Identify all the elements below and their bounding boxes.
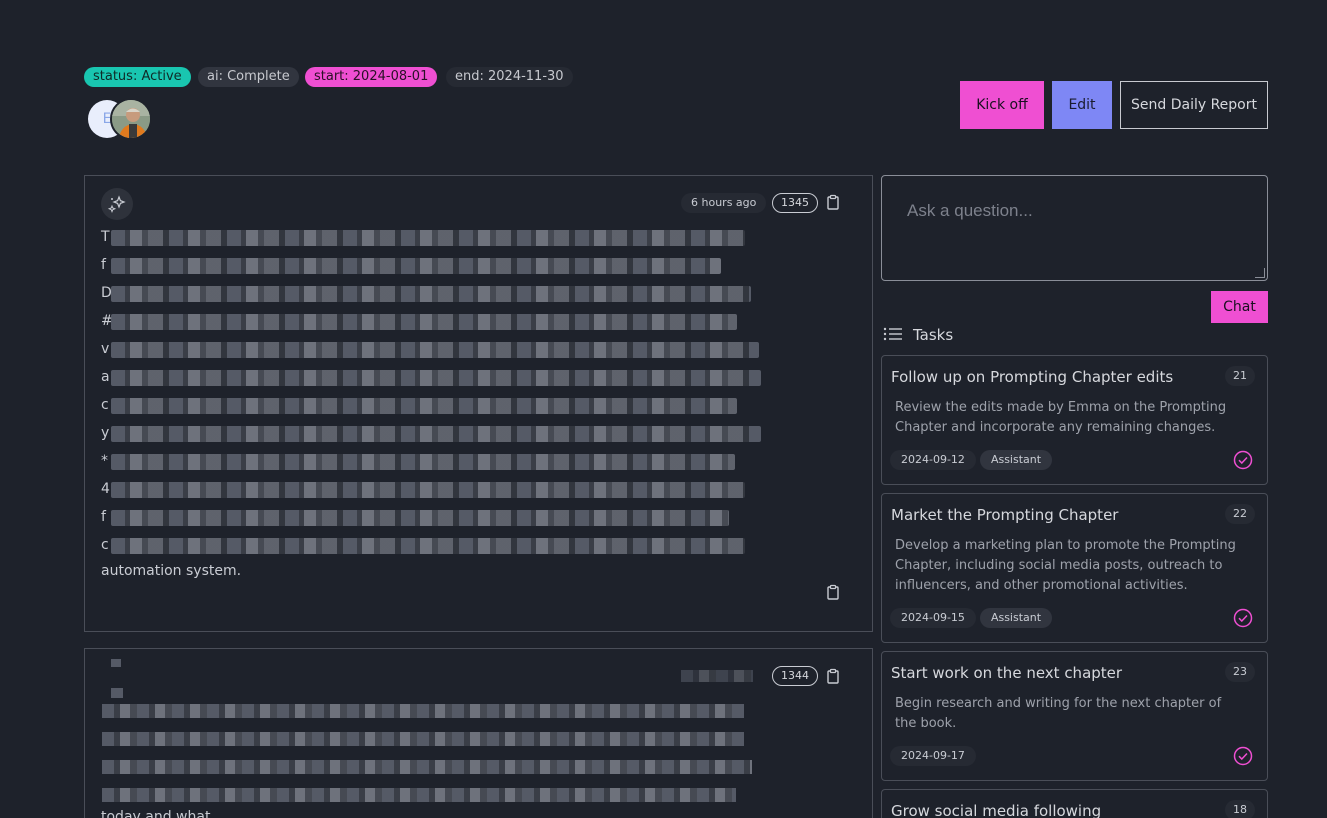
task-card[interactable]: Grow social media following 18 bbox=[881, 789, 1268, 818]
message-body: T f D # v a c y * 4 f c bbox=[101, 226, 771, 562]
task-title: Market the Prompting Chapter bbox=[891, 506, 1119, 524]
task-number-badge: 23 bbox=[1225, 662, 1255, 682]
edit-button[interactable]: Edit bbox=[1052, 81, 1112, 129]
check-circle-icon[interactable] bbox=[1233, 450, 1253, 470]
task-assignee: Assistant bbox=[979, 450, 1053, 470]
end-date-tag: end: 2024-11-30 bbox=[446, 67, 573, 87]
task-number-badge: 22 bbox=[1225, 504, 1255, 524]
task-description: Review the edits made by Emma on the Pro… bbox=[895, 400, 1227, 435]
clipboard-icon[interactable] bbox=[826, 668, 840, 684]
message-id-badge: 1344 bbox=[772, 666, 818, 686]
question-input[interactable]: Ask a question... bbox=[881, 175, 1268, 281]
message-text: c bbox=[101, 397, 109, 413]
status-tag: status: Active bbox=[84, 67, 191, 87]
task-title: Follow up on Prompting Chapter edits bbox=[891, 368, 1174, 386]
clipboard-icon[interactable] bbox=[826, 584, 840, 600]
ai-sparkle-button[interactable] bbox=[101, 188, 133, 220]
task-due-date: 2024-09-15 bbox=[890, 608, 976, 628]
clipboard-icon[interactable] bbox=[826, 194, 840, 210]
start-date-tag: start: 2024-08-01 bbox=[305, 67, 438, 87]
message-text: automation system. bbox=[101, 563, 242, 579]
message-text: 4 bbox=[101, 481, 110, 497]
avatar[interactable] bbox=[110, 98, 152, 140]
message-text: * bbox=[101, 453, 108, 469]
send-daily-report-button[interactable]: Send Daily Report bbox=[1120, 81, 1268, 129]
message-text: c bbox=[101, 537, 109, 553]
message-text: y bbox=[101, 425, 110, 441]
task-due-date: 2024-09-17 bbox=[890, 746, 976, 766]
task-card[interactable]: Market the Prompting Chapter 22 Develop … bbox=[881, 493, 1268, 643]
task-description: Develop a marketing plan to promote the … bbox=[895, 538, 1236, 593]
message-id-badge: 1345 bbox=[772, 193, 818, 213]
message-text: v bbox=[101, 341, 110, 357]
message-text: # bbox=[101, 313, 113, 329]
question-placeholder: Ask a question... bbox=[907, 201, 1033, 220]
task-card[interactable]: Start work on the next chapter 23 Begin … bbox=[881, 651, 1268, 781]
message-timestamp: 6 hours ago bbox=[681, 193, 767, 213]
tasks-header: Tasks bbox=[883, 326, 953, 344]
ai-tag: ai: Complete bbox=[198, 67, 299, 87]
task-title: Start work on the next chapter bbox=[891, 664, 1123, 682]
task-number-badge: 21 bbox=[1225, 366, 1255, 386]
message-text: D bbox=[101, 285, 112, 301]
user-photo-icon bbox=[112, 100, 150, 138]
task-assignee: Assistant bbox=[979, 608, 1053, 628]
check-circle-icon[interactable] bbox=[1233, 608, 1253, 628]
sparkle-icon bbox=[107, 195, 126, 213]
task-title: Grow social media following bbox=[891, 802, 1102, 818]
message-text: f bbox=[101, 257, 106, 273]
task-description: Begin research and writing for the next … bbox=[895, 696, 1222, 731]
task-due-date: 2024-09-12 bbox=[890, 450, 976, 470]
task-meta: 2024-09-15 Assistant bbox=[890, 608, 1056, 628]
list-icon bbox=[883, 327, 902, 341]
message-text: a bbox=[101, 369, 110, 385]
message-card: 6 hours ago 1345 T f D # v a c y * 4 f c… bbox=[84, 175, 873, 632]
chat-button[interactable]: Chat bbox=[1211, 291, 1268, 323]
message-text: T bbox=[101, 229, 110, 245]
task-meta: 2024-09-12 Assistant bbox=[890, 450, 1056, 470]
task-card[interactable]: Follow up on Prompting Chapter edits 21 … bbox=[881, 355, 1268, 485]
check-circle-icon[interactable] bbox=[1233, 746, 1253, 766]
message-text: f bbox=[101, 509, 106, 525]
tasks-title: Tasks bbox=[913, 326, 954, 344]
task-number-badge: 18 bbox=[1225, 800, 1255, 818]
resize-handle[interactable] bbox=[1255, 268, 1265, 278]
message-card: 1344 today and what bbox=[84, 648, 873, 818]
message-text: today and what bbox=[101, 809, 211, 818]
task-meta: 2024-09-17 bbox=[890, 746, 980, 766]
kick-off-button[interactable]: Kick off bbox=[960, 81, 1044, 129]
